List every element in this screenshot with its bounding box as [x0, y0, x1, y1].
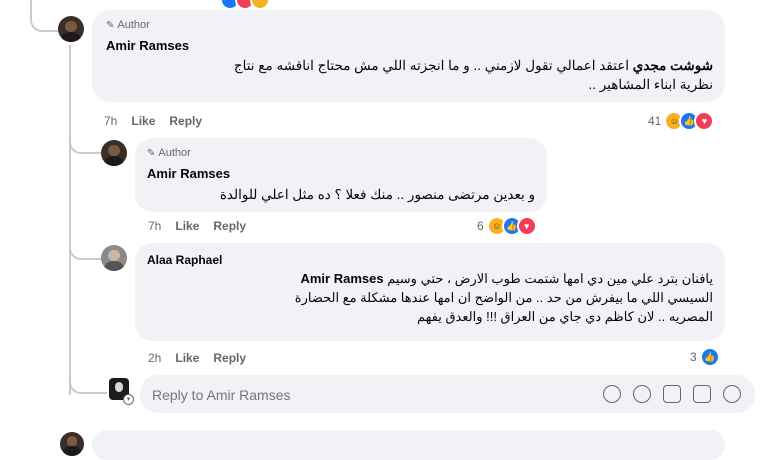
- sticker-icon[interactable]: [723, 385, 741, 403]
- emoji-icon[interactable]: [633, 385, 651, 403]
- comment-bubble: ✎ Author Amir Ramses شوشت مجدي اعتقد اعم…: [92, 10, 725, 102]
- reply-input[interactable]: [150, 383, 574, 407]
- comment-time[interactable]: 7h: [104, 114, 117, 128]
- avatar-sticker-icon[interactable]: [603, 385, 621, 403]
- camera-icon[interactable]: [663, 385, 681, 403]
- like-button[interactable]: Like: [175, 351, 199, 365]
- comment-bubble: ✎ Author Amir Ramses و بعدين مرتضى منصور…: [135, 138, 547, 212]
- avatar[interactable]: [101, 245, 127, 271]
- avatar[interactable]: [58, 16, 84, 42]
- like-button[interactable]: Like: [175, 219, 199, 233]
- reply-composer[interactable]: [140, 375, 755, 413]
- comment-author-name[interactable]: Alaa Raphael: [147, 253, 222, 267]
- comment-text: و بعدين مرتضى منصور .. منك فعلا ؟ ده مثل…: [219, 187, 535, 202]
- thread-line-branch-3: [69, 370, 107, 394]
- haha-reaction-icon: [250, 0, 270, 10]
- mention-link[interactable]: Amir Ramses: [300, 271, 383, 286]
- composer-tools: [603, 385, 741, 403]
- reaction-summary[interactable]: 6 ☺ 👍 ♥: [477, 216, 537, 236]
- avatar[interactable]: [60, 432, 84, 456]
- comment-actions: 2h Like Reply: [148, 351, 246, 365]
- comment-author-name[interactable]: Amir Ramses: [147, 166, 230, 181]
- like-button[interactable]: Like: [131, 114, 155, 128]
- reaction-summary[interactable]: 3 👍: [690, 347, 720, 367]
- comment-text: يافنان بترد علي مين دي امها شتمت طوب الا…: [294, 271, 713, 324]
- comment-actions: 7h Like Reply: [148, 219, 246, 233]
- reaction-summary[interactable]: 41 ☺ 👍 ♥: [648, 111, 715, 131]
- reply-button[interactable]: Reply: [169, 114, 202, 128]
- thread-line-main: [69, 45, 71, 395]
- thread-line-branch-1: [69, 130, 103, 154]
- thread-line-top: [30, 0, 60, 32]
- avatar[interactable]: [101, 140, 127, 166]
- comment-bubble: [92, 430, 725, 460]
- author-badge: ✎ Author: [147, 147, 191, 159]
- author-badge: ✎ Author: [106, 19, 150, 31]
- thread-line-branch-2: [69, 236, 103, 260]
- gif-icon[interactable]: [693, 385, 711, 403]
- comment-bubble: Alaa Raphael يافنان بترد علي مين دي امها…: [135, 243, 725, 341]
- comment-text: شوشت مجدي اعتقد اعمالي تقول لازمني .. و …: [233, 58, 713, 92]
- mention-link[interactable]: شوشت مجدي: [633, 58, 713, 73]
- comment-author-name[interactable]: Amir Ramses: [106, 38, 189, 53]
- pencil-icon: ✎: [106, 19, 115, 31]
- comment-actions: 7h Like Reply: [104, 114, 202, 128]
- love-reaction-icon: ♥: [694, 111, 715, 131]
- comment-time[interactable]: 7h: [148, 219, 161, 233]
- reply-button[interactable]: Reply: [213, 351, 246, 365]
- top-partial-reactions: [220, 0, 270, 10]
- pencil-icon: ✎: [147, 147, 156, 159]
- comment-time[interactable]: 2h: [148, 351, 161, 365]
- like-reaction-icon: 👍: [699, 347, 720, 367]
- love-reaction-icon: ♥: [516, 216, 537, 236]
- chevron-down-icon[interactable]: ▾: [123, 394, 134, 405]
- reply-button[interactable]: Reply: [213, 219, 246, 233]
